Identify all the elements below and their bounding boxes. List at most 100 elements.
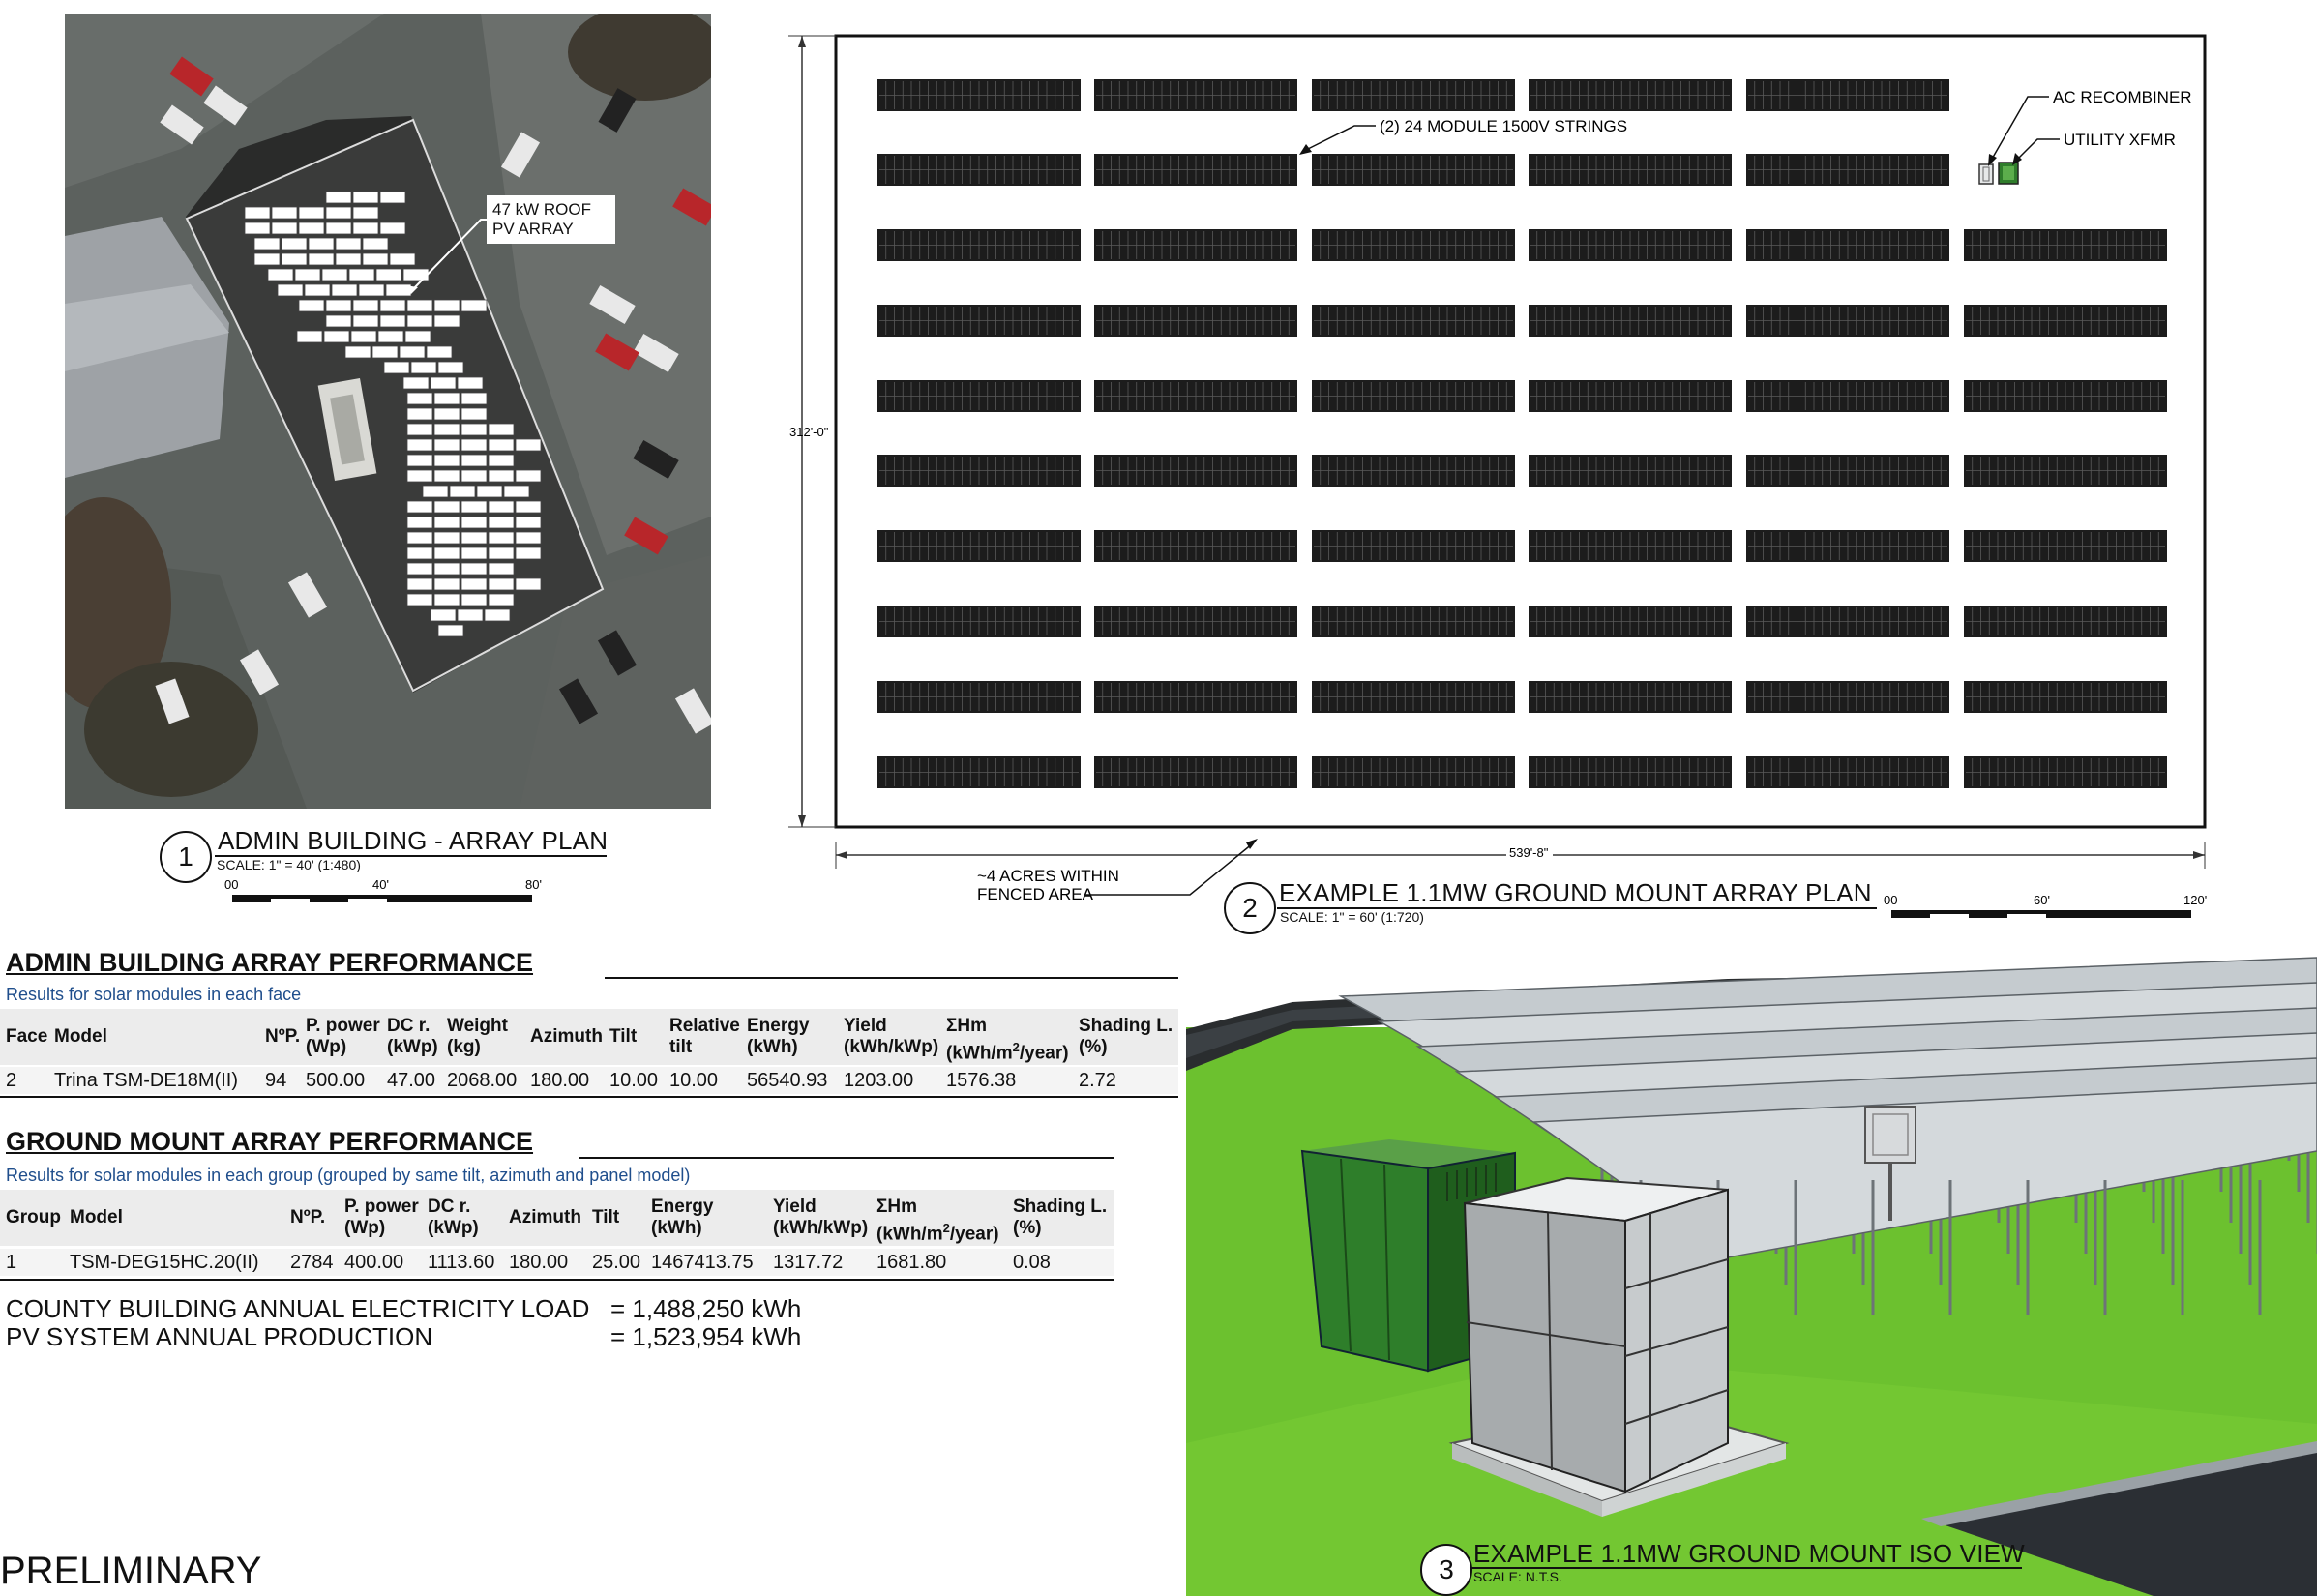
roof-pv-module (430, 608, 457, 622)
roof-pv-module (406, 516, 433, 529)
roof-pv-module (460, 299, 488, 312)
roof-pv-module (325, 314, 352, 328)
roof-pv-module (515, 531, 542, 545)
roof-pv-module (433, 299, 460, 312)
roof-pv-module (460, 547, 488, 560)
view1-title: ADMIN BUILDING - ARRAY PLAN (218, 826, 609, 855)
ground-row-cell: 400.00 (344, 1252, 404, 1273)
roof-pv-module (379, 191, 406, 204)
admin-row-cell: 2 (6, 1070, 17, 1091)
roof-pv-module (352, 299, 379, 312)
roof-pv-module (460, 516, 488, 529)
ground-title-rule (579, 1157, 1114, 1159)
roof-pv-module (352, 206, 379, 220)
view2-scale-bar: 00 60' 120' (1884, 893, 2207, 918)
roof-pv-module (433, 500, 460, 514)
dim-horizontal-label: 539'-8" (1509, 845, 1549, 860)
preliminary-stamp: PRELIMINARY (0, 1550, 262, 1592)
roof-pv-module (488, 423, 515, 436)
roof-pv-module (433, 516, 460, 529)
roof-pv-module (379, 299, 406, 312)
ground-header-cell: ΣHm (kWh/m2/year) (876, 1197, 999, 1245)
admin-header-cell: NºP. (265, 1026, 301, 1047)
admin-header-cell: Model (54, 1026, 107, 1047)
admin-header-cell: Yield (kWh/kWp) (844, 1016, 939, 1057)
roof-pv-module (460, 593, 488, 606)
roof-pv-module (348, 268, 375, 281)
view1-scale-tick: 80' (525, 877, 542, 892)
view1-scale-bar: 00 40' 80' (224, 877, 542, 902)
ground-header-cell: Energy (kWh) (651, 1197, 714, 1238)
roof-pv-module (375, 268, 402, 281)
roof-pv-module (406, 454, 433, 467)
roof-pv-module (362, 237, 389, 251)
roof-pv-module (244, 222, 271, 235)
roof-pv-module (331, 283, 358, 297)
roof-pv-module (406, 407, 433, 421)
roof-pv-module (406, 531, 433, 545)
roof-pv-module (402, 268, 430, 281)
admin-header-cell: Shading L. (%) (1079, 1016, 1173, 1057)
view1-scale-tick: 00 (224, 877, 238, 892)
roof-pv-module (358, 283, 385, 297)
roof-pv-module (460, 531, 488, 545)
admin-row-cell: 1576.38 (946, 1070, 1017, 1091)
ground-row-cell: 1467413.75 (651, 1252, 754, 1273)
roof-pv-module (460, 562, 488, 576)
roof-pv-module (515, 577, 542, 591)
iso-view-rendering (1186, 940, 2317, 1596)
roof-pv-module (281, 237, 308, 251)
view2-title: EXAMPLE 1.1MW GROUND MOUNT ARRAY PLAN (1279, 878, 1872, 907)
roof-pv-module (371, 345, 399, 359)
roof-pv-module (406, 500, 433, 514)
roof-pv-module (350, 330, 377, 343)
roof-pv-module (488, 547, 515, 560)
roof-pv-module (267, 268, 294, 281)
roof-pv-module (377, 330, 404, 343)
roof-pv-module (362, 252, 389, 266)
roof-pv-module (437, 361, 464, 374)
ground-table-bottom-rule (0, 1279, 1114, 1281)
roof-pv-module (294, 268, 321, 281)
roof-pv-module (253, 237, 281, 251)
admin-row-cell: 2068.00 (447, 1070, 518, 1091)
roof-pv-module (476, 485, 503, 498)
admin-header-cell: ΣHm (kWh/m2/year) (946, 1016, 1069, 1064)
ground-row-cell: 1113.60 (428, 1252, 495, 1273)
roof-pv-module (426, 345, 453, 359)
roof-pv-module (515, 438, 542, 452)
roof-pv-module (406, 392, 433, 405)
admin-row-cell: 10.00 (609, 1070, 659, 1091)
roof-pv-module (379, 314, 406, 328)
roof-pv-module (433, 469, 460, 483)
ground-header-cell: Model (70, 1207, 123, 1227)
view3-title: EXAMPLE 1.1MW GROUND MOUNT ISO VIEW (1473, 1539, 2025, 1568)
roof-pv-module (488, 500, 515, 514)
roof-pv-module (460, 454, 488, 467)
roof-pv-module (281, 252, 308, 266)
roof-pv-module (430, 376, 457, 390)
view2-number-bubble: 2 (1224, 882, 1276, 934)
ground-header-cell: Tilt (592, 1207, 620, 1227)
roof-pv-module (515, 516, 542, 529)
view3-scale: SCALE: N.T.S. (1473, 1569, 1562, 1584)
roof-pv-module (460, 469, 488, 483)
roof-pv-module (433, 314, 460, 328)
roof-pv-module (399, 345, 426, 359)
roof-pv-module (335, 237, 362, 251)
roof-pv-module (344, 345, 371, 359)
admin-table-subtitle: Results for solar modules in each face (6, 985, 302, 1004)
admin-row-cell: 500.00 (306, 1070, 366, 1091)
ground-header-cell: Yield (kWh/kWp) (773, 1197, 869, 1238)
roof-pv-module (433, 454, 460, 467)
ground-header-cell: Group (6, 1207, 61, 1227)
roof-pv-module (308, 252, 335, 266)
roof-pv-module (488, 438, 515, 452)
summary-load-value: = 1,488,250 kWh (610, 1294, 802, 1323)
roof-pv-module (515, 469, 542, 483)
admin-table-title: ADMIN BUILDING ARRAY PERFORMANCE (6, 948, 534, 977)
roof-pv-module (383, 361, 410, 374)
roof-pv-module (298, 206, 325, 220)
roof-pv-module (325, 299, 352, 312)
ground-header-cell: NºP. (290, 1207, 326, 1227)
